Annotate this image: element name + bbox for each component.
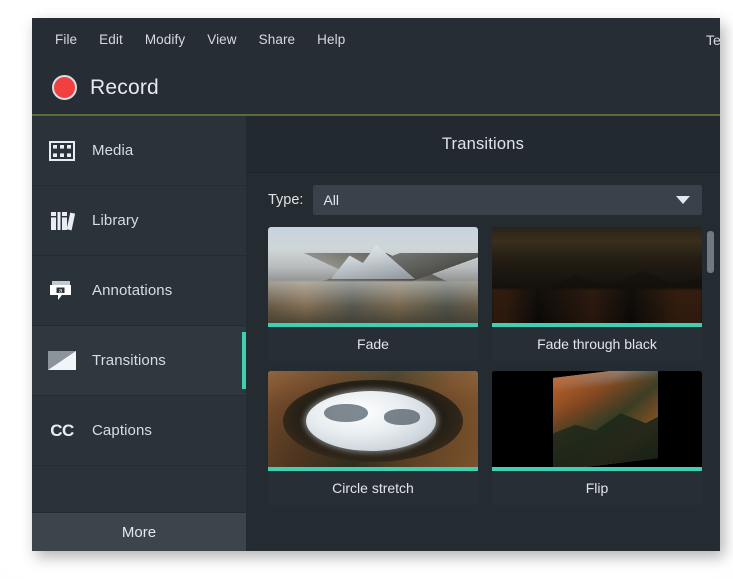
circle-stretch-preview-art	[268, 371, 478, 471]
sidebar-item-label: Captions	[92, 422, 153, 439]
transitions-grid: Fade Fade through black Circle stretch F…	[268, 227, 702, 505]
sidebar: Media Library a Annotations Transitions …	[32, 116, 246, 551]
thumbnail-accent-bar	[268, 323, 478, 327]
record-button[interactable]: Record	[48, 71, 167, 104]
window-title: TechSmith Camtasia	[706, 31, 720, 48]
panel-header: Transitions	[246, 116, 720, 173]
flip-panel-shape	[552, 371, 658, 471]
transition-thumbnail	[492, 227, 702, 327]
transition-tile-fade[interactable]: Fade	[268, 227, 478, 361]
sidebar-item-label: Transitions	[92, 352, 166, 369]
transition-thumbnail	[268, 371, 478, 471]
transition-icon	[48, 347, 76, 375]
cc-icon: CC	[50, 420, 74, 440]
thumbnail-accent-bar	[268, 467, 478, 471]
film-strip-icon	[48, 137, 76, 165]
mountain-peak-shape	[331, 244, 415, 279]
fade-through-black-preview-art	[492, 227, 702, 327]
transition-name: Flip	[585, 480, 609, 496]
sidebar-items: Media Library a Annotations Transitions …	[32, 116, 246, 512]
sidebar-more-button[interactable]: More	[32, 512, 246, 551]
page-title: Transitions	[441, 134, 525, 153]
cloud-oval-shape	[305, 391, 436, 451]
menu-item-file[interactable]: File	[44, 28, 88, 51]
menu-item-view[interactable]: View	[196, 28, 247, 51]
transition-thumbnail	[492, 371, 702, 471]
transition-name: Fade through black	[537, 336, 657, 352]
type-filter-dropdown[interactable]: All	[313, 185, 702, 215]
speech-bubble-icon: a	[48, 277, 76, 305]
menu-item-share[interactable]: Share	[248, 28, 307, 51]
scrollbar-thumb[interactable]	[707, 231, 714, 273]
transitions-scrollbar[interactable]	[707, 227, 714, 551]
transition-thumbnail	[268, 227, 478, 327]
transition-name: Fade	[357, 336, 389, 352]
app-body: Media Library a Annotations Transitions …	[32, 116, 720, 551]
sidebar-item-label: Library	[92, 212, 139, 229]
record-toolbar: Record	[32, 61, 720, 116]
sidebar-item-transitions[interactable]: Transitions	[32, 326, 246, 396]
thumbnail-accent-bar	[492, 467, 702, 471]
sidebar-item-annotations[interactable]: a Annotations	[32, 256, 246, 326]
chevron-down-icon	[676, 196, 690, 204]
sidebar-item-label: Media	[92, 142, 134, 159]
menu-item-help[interactable]: Help	[306, 28, 356, 51]
sidebar-item-media[interactable]: Media	[32, 116, 246, 186]
fade-preview-art	[268, 227, 478, 327]
sidebar-item-label: Annotations	[92, 282, 173, 299]
filter-row: Type: All	[246, 173, 720, 227]
type-filter-label: Type:	[268, 192, 304, 208]
transitions-panel: Transitions Type: All Fade Fade through …	[246, 116, 720, 551]
transition-name: Circle stretch	[332, 480, 414, 496]
app-window: File Edit Modify View Share Help TechSmi…	[32, 18, 720, 551]
record-dot-icon	[52, 75, 77, 100]
transitions-grid-wrap: Fade Fade through black Circle stretch F…	[246, 227, 720, 551]
menu-item-modify[interactable]: Modify	[134, 28, 196, 51]
menu-item-edit[interactable]: Edit	[88, 28, 134, 51]
window-title-region: TechSmith Camtasia	[706, 18, 720, 61]
menu-bar: File Edit Modify View Share Help TechSmi…	[32, 18, 720, 61]
sidebar-item-captions[interactable]: CC Captions	[32, 396, 246, 466]
sidebar-item-library[interactable]: Library	[32, 186, 246, 256]
transition-tile-circle-stretch[interactable]: Circle stretch	[268, 371, 478, 505]
transition-tile-flip[interactable]: Flip	[492, 371, 702, 505]
books-icon	[48, 207, 76, 235]
flip-preview-art	[492, 371, 702, 471]
type-filter-value: All	[323, 192, 340, 208]
record-button-label: Record	[90, 75, 159, 99]
transition-tile-fade-through-black[interactable]: Fade through black	[492, 227, 702, 361]
thumbnail-accent-bar	[492, 323, 702, 327]
